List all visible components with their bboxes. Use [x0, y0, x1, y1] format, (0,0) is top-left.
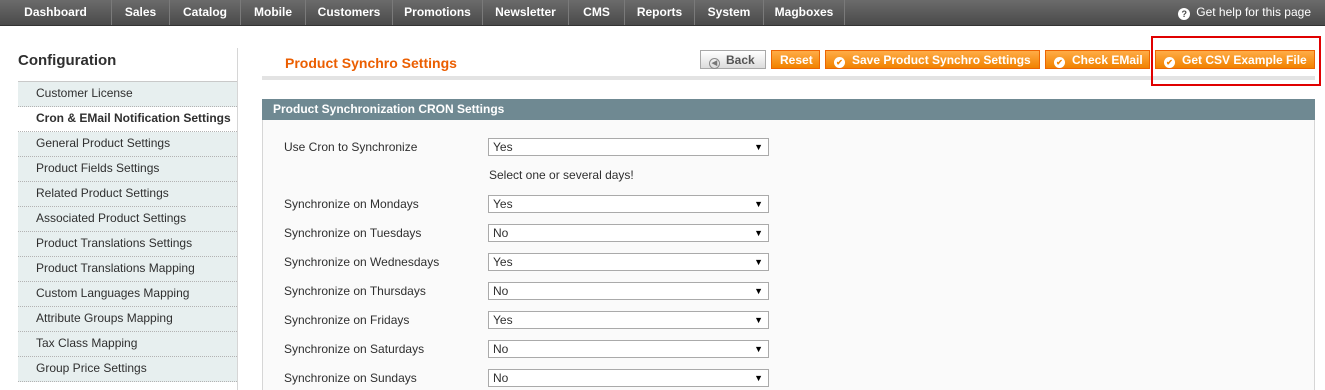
sidebar-item-cron-email[interactable]: Cron & EMail Notification Settings: [18, 107, 237, 132]
thursdays-select[interactable]: No ▼: [488, 282, 769, 300]
nav-reports[interactable]: Reports: [625, 0, 695, 25]
sidebar-list: Customer License Cron & EMail Notificati…: [18, 81, 237, 382]
dropdown-arrow-icon: ▼: [754, 228, 763, 238]
nav-catalog[interactable]: Catalog: [170, 0, 241, 25]
nav-system[interactable]: System: [695, 0, 764, 25]
wednesdays-value: Yes: [493, 255, 513, 269]
sidebar-item-tax-class[interactable]: Tax Class Mapping: [18, 332, 237, 357]
nav-cms[interactable]: CMS: [569, 0, 625, 25]
back-button[interactable]: ◀ Back: [700, 50, 766, 69]
section-header[interactable]: Product Synchronization CRON Settings: [262, 99, 1315, 120]
check-circle-icon: ✔: [834, 57, 845, 68]
dropdown-arrow-icon: ▼: [754, 257, 763, 267]
wednesdays-label: Synchronize on Wednesdays: [284, 255, 440, 269]
reset-button[interactable]: Reset: [771, 50, 820, 69]
help-icon: ?: [1178, 8, 1191, 20]
check-email-button[interactable]: ✔ Check EMail: [1045, 50, 1150, 69]
check-circle-icon: ✔: [1054, 57, 1065, 68]
saturdays-select[interactable]: No ▼: [488, 340, 769, 358]
sidebar-title: Configuration: [18, 52, 117, 69]
top-navigation: Dashboard Sales Catalog Mobile Customers…: [0, 0, 1325, 26]
mondays-value: Yes: [493, 197, 513, 211]
dropdown-arrow-icon: ▼: [754, 142, 763, 152]
saturdays-label: Synchronize on Saturdays: [284, 342, 425, 356]
reset-label: Reset: [780, 53, 813, 67]
sundays-value: No: [493, 371, 509, 385]
mondays-select[interactable]: Yes ▼: [488, 195, 769, 213]
back-label: Back: [726, 53, 755, 67]
back-arrow-icon: ◀: [709, 58, 720, 69]
dropdown-arrow-icon: ▼: [754, 344, 763, 354]
saturdays-value: No: [493, 342, 509, 356]
highlight-box: [1151, 36, 1321, 86]
fridays-value: Yes: [493, 313, 513, 327]
tuesdays-value: No: [493, 226, 509, 240]
save-settings-button[interactable]: ✔ Save Product Synchro Settings: [825, 50, 1040, 69]
sundays-label: Synchronize on Sundays: [284, 371, 417, 385]
wednesdays-select[interactable]: Yes ▼: [488, 253, 769, 271]
sidebar-item-translations-settings[interactable]: Product Translations Settings: [18, 232, 237, 257]
nav-promotions[interactable]: Promotions: [393, 0, 483, 25]
check-email-label: Check EMail: [1072, 53, 1143, 67]
nav-sales[interactable]: Sales: [112, 0, 170, 25]
use-cron-value: Yes: [493, 140, 513, 154]
use-cron-label: Use Cron to Synchronize: [284, 140, 418, 154]
sidebar-divider: [237, 48, 238, 390]
sidebar-item-customer-license[interactable]: Customer License: [18, 81, 237, 107]
fridays-label: Synchronize on Fridays: [284, 313, 410, 327]
nav-dashboard[interactable]: Dashboard: [0, 0, 112, 25]
nav-magboxes[interactable]: Magboxes: [764, 0, 845, 25]
dropdown-arrow-icon: ▼: [754, 315, 763, 325]
use-cron-select[interactable]: Yes ▼: [488, 138, 769, 156]
tuesdays-label: Synchronize on Tuesdays: [284, 226, 422, 240]
save-label: Save Product Synchro Settings: [852, 53, 1031, 67]
sidebar-item-general-product[interactable]: General Product Settings: [18, 132, 237, 157]
dropdown-arrow-icon: ▼: [754, 199, 763, 209]
fridays-select[interactable]: Yes ▼: [488, 311, 769, 329]
sidebar-item-group-price[interactable]: Group Price Settings: [18, 357, 237, 382]
sundays-select[interactable]: No ▼: [488, 369, 769, 387]
sidebar-item-translations-mapping[interactable]: Product Translations Mapping: [18, 257, 237, 282]
thursdays-value: No: [493, 284, 509, 298]
page-title: Product Synchro Settings: [285, 55, 457, 71]
nav-mobile[interactable]: Mobile: [241, 0, 306, 25]
days-note: Select one or several days!: [489, 168, 634, 182]
sidebar-item-attribute-groups[interactable]: Attribute Groups Mapping: [18, 307, 237, 332]
thursdays-label: Synchronize on Thursdays: [284, 284, 426, 298]
help-label: Get help for this page: [1196, 5, 1311, 19]
sidebar-item-associated-product[interactable]: Associated Product Settings: [18, 207, 237, 232]
sidebar-item-product-fields[interactable]: Product Fields Settings: [18, 157, 237, 182]
sidebar-item-languages-mapping[interactable]: Custom Languages Mapping: [18, 282, 237, 307]
help-link[interactable]: ? Get help for this page: [1178, 0, 1311, 25]
sidebar-item-related-product[interactable]: Related Product Settings: [18, 182, 237, 207]
dropdown-arrow-icon: ▼: [754, 286, 763, 296]
nav-newsletter[interactable]: Newsletter: [483, 0, 569, 25]
tuesdays-select[interactable]: No ▼: [488, 224, 769, 242]
mondays-label: Synchronize on Mondays: [284, 197, 419, 211]
dropdown-arrow-icon: ▼: [754, 373, 763, 383]
nav-customers[interactable]: Customers: [306, 0, 393, 25]
